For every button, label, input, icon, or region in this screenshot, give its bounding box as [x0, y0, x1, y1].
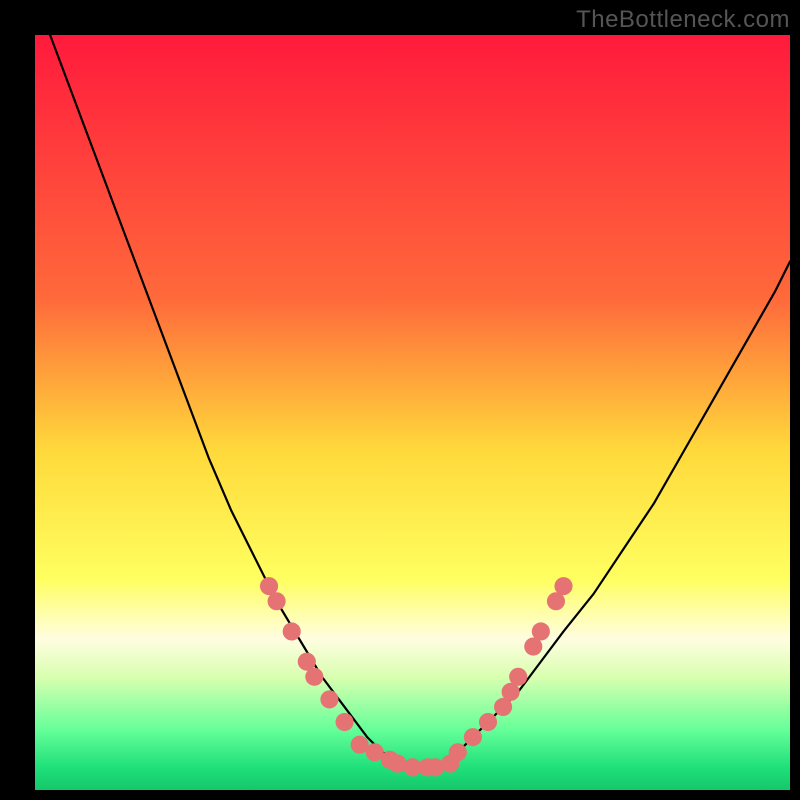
data-point — [554, 577, 572, 595]
chart-svg — [35, 35, 790, 790]
data-point — [305, 668, 323, 686]
data-point — [268, 592, 286, 610]
data-point — [320, 690, 338, 708]
data-point — [464, 728, 482, 746]
watermark-text: TheBottleneck.com — [576, 6, 790, 34]
data-point — [449, 743, 467, 761]
data-point — [335, 713, 353, 731]
data-point — [532, 622, 550, 640]
chart-frame: TheBottleneck.com — [0, 0, 800, 800]
data-point — [283, 622, 301, 640]
gradient-background — [35, 35, 790, 790]
plot-area — [35, 35, 790, 790]
data-point — [509, 668, 527, 686]
data-point — [426, 758, 444, 776]
data-point — [388, 755, 406, 773]
data-point — [479, 713, 497, 731]
